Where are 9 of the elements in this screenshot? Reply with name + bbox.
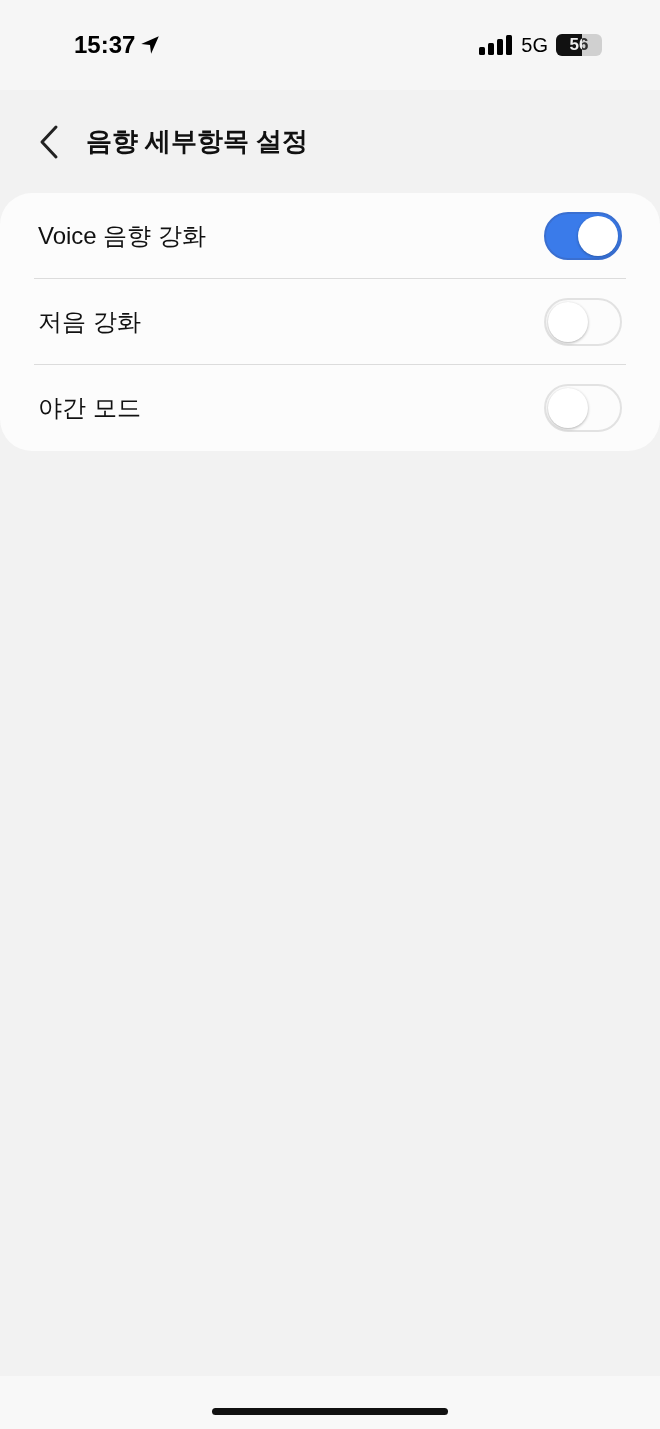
signal-icon [479, 35, 514, 55]
status-time: 15:37 [74, 30, 136, 60]
location-arrow-icon [139, 34, 162, 56]
setting-label: Voice 음향 강화 [38, 220, 207, 251]
toggle-switch[interactable] [544, 211, 622, 260]
setting-label: 저음 강화 [38, 306, 141, 337]
network-label: 5G [521, 33, 548, 58]
page-title: 음향 세부항목 설정 [86, 125, 309, 158]
setting-label: 야간 모드 [38, 393, 141, 423]
